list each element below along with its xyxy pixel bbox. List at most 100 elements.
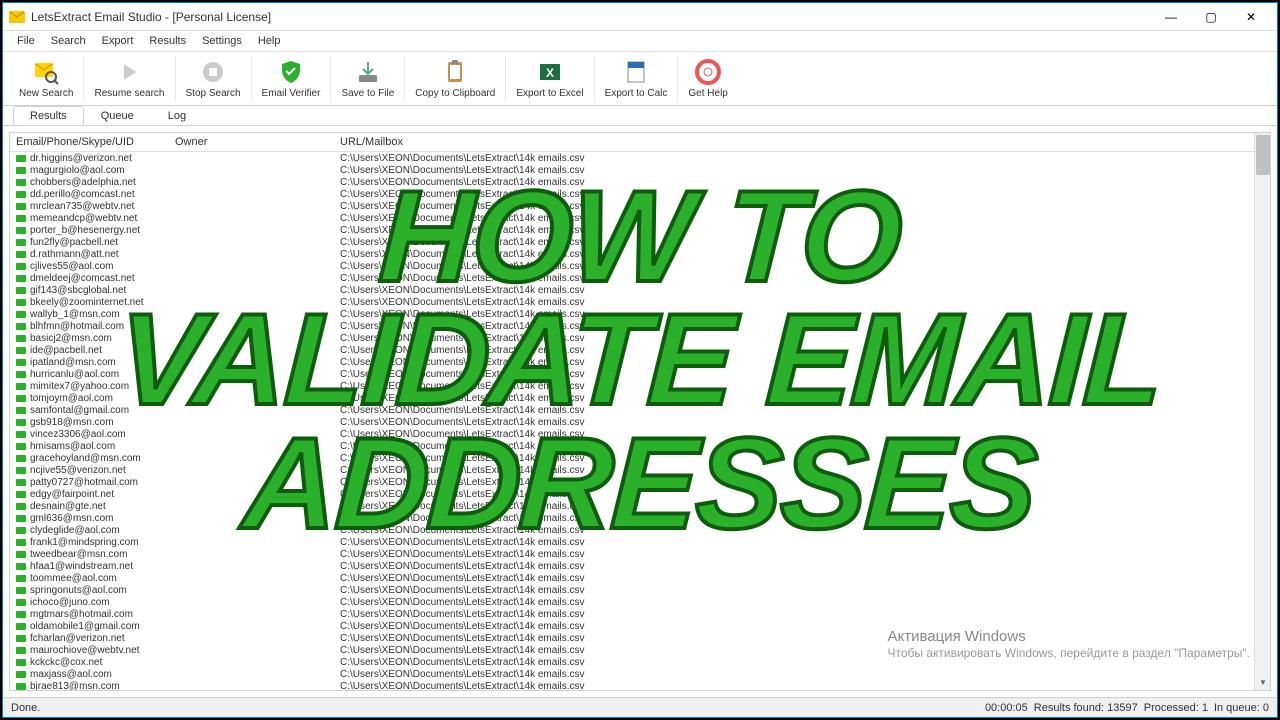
- url-cell: C:\Users\XEON\Documents\LetsExtract\14k …: [340, 537, 585, 548]
- url-cell: C:\Users\XEON\Documents\LetsExtract\14k …: [340, 357, 585, 368]
- table-row[interactable]: hurricanlu@aol.comC:\Users\XEON\Document…: [10, 368, 1270, 380]
- results-list: dr.higgins@verizon.netC:\Users\XEON\Docu…: [10, 152, 1270, 690]
- mail-icon: [16, 203, 26, 210]
- table-row[interactable]: basicj2@msn.comC:\Users\XEON\Documents\L…: [10, 332, 1270, 344]
- table-row[interactable]: mimitex7@yahoo.comC:\Users\XEON\Document…: [10, 380, 1270, 392]
- table-row[interactable]: springonuts@aol.comC:\Users\XEON\Documen…: [10, 584, 1270, 596]
- mail-icon: [16, 683, 26, 690]
- resume-search-button[interactable]: Resume search: [84, 56, 175, 101]
- mail-icon: [16, 227, 26, 234]
- table-row[interactable]: dr.higgins@verizon.netC:\Users\XEON\Docu…: [10, 152, 1270, 164]
- maximize-button[interactable]: ▢: [1191, 5, 1231, 29]
- mail-icon: [16, 299, 26, 306]
- export-excel-button[interactable]: X Export to Excel: [506, 56, 594, 101]
- minimize-button[interactable]: —: [1151, 5, 1191, 29]
- table-row[interactable]: magurgiolo@aol.comC:\Users\XEON\Document…: [10, 164, 1270, 176]
- url-cell: C:\Users\XEON\Documents\LetsExtract\14k …: [340, 189, 585, 200]
- table-row[interactable]: gsb918@msn.comC:\Users\XEON\Documents\Le…: [10, 416, 1270, 428]
- table-row[interactable]: bjrae813@msn.comC:\Users\XEON\Documents\…: [10, 680, 1270, 690]
- table-row[interactable]: memeandcp@webtv.netC:\Users\XEON\Documen…: [10, 212, 1270, 224]
- table-row[interactable]: porter_b@hesenergy.netC:\Users\XEON\Docu…: [10, 224, 1270, 236]
- url-cell: C:\Users\XEON\Documents\LetsExtract\14k …: [340, 513, 585, 524]
- table-row[interactable]: ichoco@juno.comC:\Users\XEON\Documents\L…: [10, 596, 1270, 608]
- save-to-file-button[interactable]: Save to File: [331, 56, 405, 101]
- copy-clipboard-button[interactable]: Copy to Clipboard: [405, 56, 506, 101]
- menu-help[interactable]: Help: [250, 33, 289, 49]
- table-row[interactable]: tweedbear@msn.comC:\Users\XEON\Documents…: [10, 548, 1270, 560]
- mail-icon: [16, 623, 26, 630]
- export-calc-button[interactable]: Export to Calc: [595, 56, 679, 101]
- table-row[interactable]: tomjoym@aol.comC:\Users\XEON\Documents\L…: [10, 392, 1270, 404]
- email-cell: tomjoym@aol.com: [30, 393, 175, 404]
- url-cell: C:\Users\XEON\Documents\LetsExtract\14k …: [340, 249, 585, 260]
- url-cell: C:\Users\XEON\Documents\LetsExtract\14k …: [340, 441, 585, 452]
- app-icon: [9, 9, 25, 25]
- scrollbar[interactable]: ▲ ▼: [1254, 133, 1270, 690]
- table-row[interactable]: blhfmn@hotmail.comC:\Users\XEON\Document…: [10, 320, 1270, 332]
- table-row[interactable]: samfontal@gmail.comC:\Users\XEON\Documen…: [10, 404, 1270, 416]
- table-row[interactable]: ide@pacbell.netC:\Users\XEON\Documents\L…: [10, 344, 1270, 356]
- scroll-thumb[interactable]: [1256, 135, 1270, 175]
- menu-export[interactable]: Export: [94, 33, 142, 49]
- table-row[interactable]: bkeely@zoominternet.netC:\Users\XEON\Doc…: [10, 296, 1270, 308]
- table-row[interactable]: hfaa1@windstream.netC:\Users\XEON\Docume…: [10, 560, 1270, 572]
- table-row[interactable]: edgy@fairpoint.netC:\Users\XEON\Document…: [10, 488, 1270, 500]
- scroll-down-icon[interactable]: ▼: [1256, 676, 1270, 690]
- table-row[interactable]: dd.perillo@comcast.netC:\Users\XEON\Docu…: [10, 188, 1270, 200]
- table-row[interactable]: frank1@mindspring.comC:\Users\XEON\Docum…: [10, 536, 1270, 548]
- table-row[interactable]: toommee@aol.comC:\Users\XEON\Documents\L…: [10, 572, 1270, 584]
- menu-file[interactable]: File: [9, 33, 43, 49]
- mail-icon: [16, 527, 26, 534]
- table-row[interactable]: desnain@gte.netC:\Users\XEON\Documents\L…: [10, 500, 1270, 512]
- table-row[interactable]: hmisams@aol.comC:\Users\XEON\Documents\L…: [10, 440, 1270, 452]
- window-title: LetsExtract Email Studio - [Personal Lic…: [31, 10, 1151, 24]
- table-row[interactable]: ncjive55@verizon.netC:\Users\XEON\Docume…: [10, 464, 1270, 476]
- table-row[interactable]: fun2fly@pacbell.netC:\Users\XEON\Documen…: [10, 236, 1270, 248]
- header-url[interactable]: URL/Mailbox: [340, 136, 1270, 148]
- email-cell: tweedbear@msn.com: [30, 549, 175, 560]
- close-button[interactable]: ✕: [1231, 5, 1271, 29]
- status-queue: In queue: 0: [1214, 702, 1269, 714]
- header-email[interactable]: Email/Phone/Skype/UID: [10, 136, 175, 148]
- tab-queue[interactable]: Queue: [84, 106, 151, 125]
- email-cell: fcharlan@verizon.net: [30, 633, 175, 644]
- menu-results[interactable]: Results: [141, 33, 194, 49]
- tab-log[interactable]: Log: [151, 106, 203, 125]
- menu-settings[interactable]: Settings: [194, 33, 250, 49]
- mail-icon: [16, 167, 26, 174]
- tab-results[interactable]: Results: [13, 106, 84, 125]
- table-row[interactable]: mrclean735@webtv.netC:\Users\XEON\Docume…: [10, 200, 1270, 212]
- table-row[interactable]: vincez3306@aol.comC:\Users\XEON\Document…: [10, 428, 1270, 440]
- table-row[interactable]: gif143@sbcglobal.netC:\Users\XEON\Docume…: [10, 284, 1270, 296]
- mail-icon: [16, 455, 26, 462]
- url-cell: C:\Users\XEON\Documents\LetsExtract\14k …: [340, 525, 585, 536]
- status-processed: Processed: 1: [1144, 702, 1208, 714]
- table-row[interactable]: wallyb_1@msn.comC:\Users\XEON\Documents\…: [10, 308, 1270, 320]
- table-row[interactable]: chobbers@adelphia.netC:\Users\XEON\Docum…: [10, 176, 1270, 188]
- table-row[interactable]: gracehoyland@msn.comC:\Users\XEON\Docume…: [10, 452, 1270, 464]
- mail-icon: [16, 479, 26, 486]
- table-row[interactable]: cjlives55@aol.comC:\Users\XEON\Documents…: [10, 260, 1270, 272]
- url-cell: C:\Users\XEON\Documents\LetsExtract\14k …: [340, 561, 585, 572]
- url-cell: C:\Users\XEON\Documents\LetsExtract\14k …: [340, 681, 585, 691]
- table-row[interactable]: patty0727@hotmail.comC:\Users\XEON\Docum…: [10, 476, 1270, 488]
- table-row[interactable]: dmeldeej@comcast.netC:\Users\XEON\Docume…: [10, 272, 1270, 284]
- table-row[interactable]: mgtmars@hotmail.comC:\Users\XEON\Documen…: [10, 608, 1270, 620]
- table-row[interactable]: ipatland@msn.comC:\Users\XEON\Documents\…: [10, 356, 1270, 368]
- new-search-button[interactable]: New Search: [9, 56, 84, 101]
- stop-search-button[interactable]: Stop Search: [176, 56, 252, 101]
- table-row[interactable]: gml636@msn.comC:\Users\XEON\Documents\Le…: [10, 512, 1270, 524]
- table-row[interactable]: clydeglide@aol.comC:\Users\XEON\Document…: [10, 524, 1270, 536]
- table-row[interactable]: d.rathmann@att.net C:\Users\XEON\Document…: [10, 248, 1270, 260]
- search-icon: [32, 58, 60, 86]
- menu-search[interactable]: Search: [43, 33, 94, 49]
- results-panel: Email/Phone/Skype/UID Owner URL/Mailbox …: [9, 132, 1271, 691]
- email-verifier-button[interactable]: Email Verifier: [252, 56, 332, 101]
- get-help-button[interactable]: Get Help: [678, 56, 737, 101]
- email-cell: d.rathmann@att.net: [30, 249, 175, 260]
- table-row[interactable]: maxjass@aol.comC:\Users\XEON\Documents\L…: [10, 668, 1270, 680]
- mail-icon: [16, 395, 26, 402]
- email-cell: basicj2@msn.com: [30, 333, 175, 344]
- url-cell: C:\Users\XEON\Documents\LetsExtract\14k …: [340, 321, 585, 332]
- header-owner[interactable]: Owner: [175, 136, 340, 148]
